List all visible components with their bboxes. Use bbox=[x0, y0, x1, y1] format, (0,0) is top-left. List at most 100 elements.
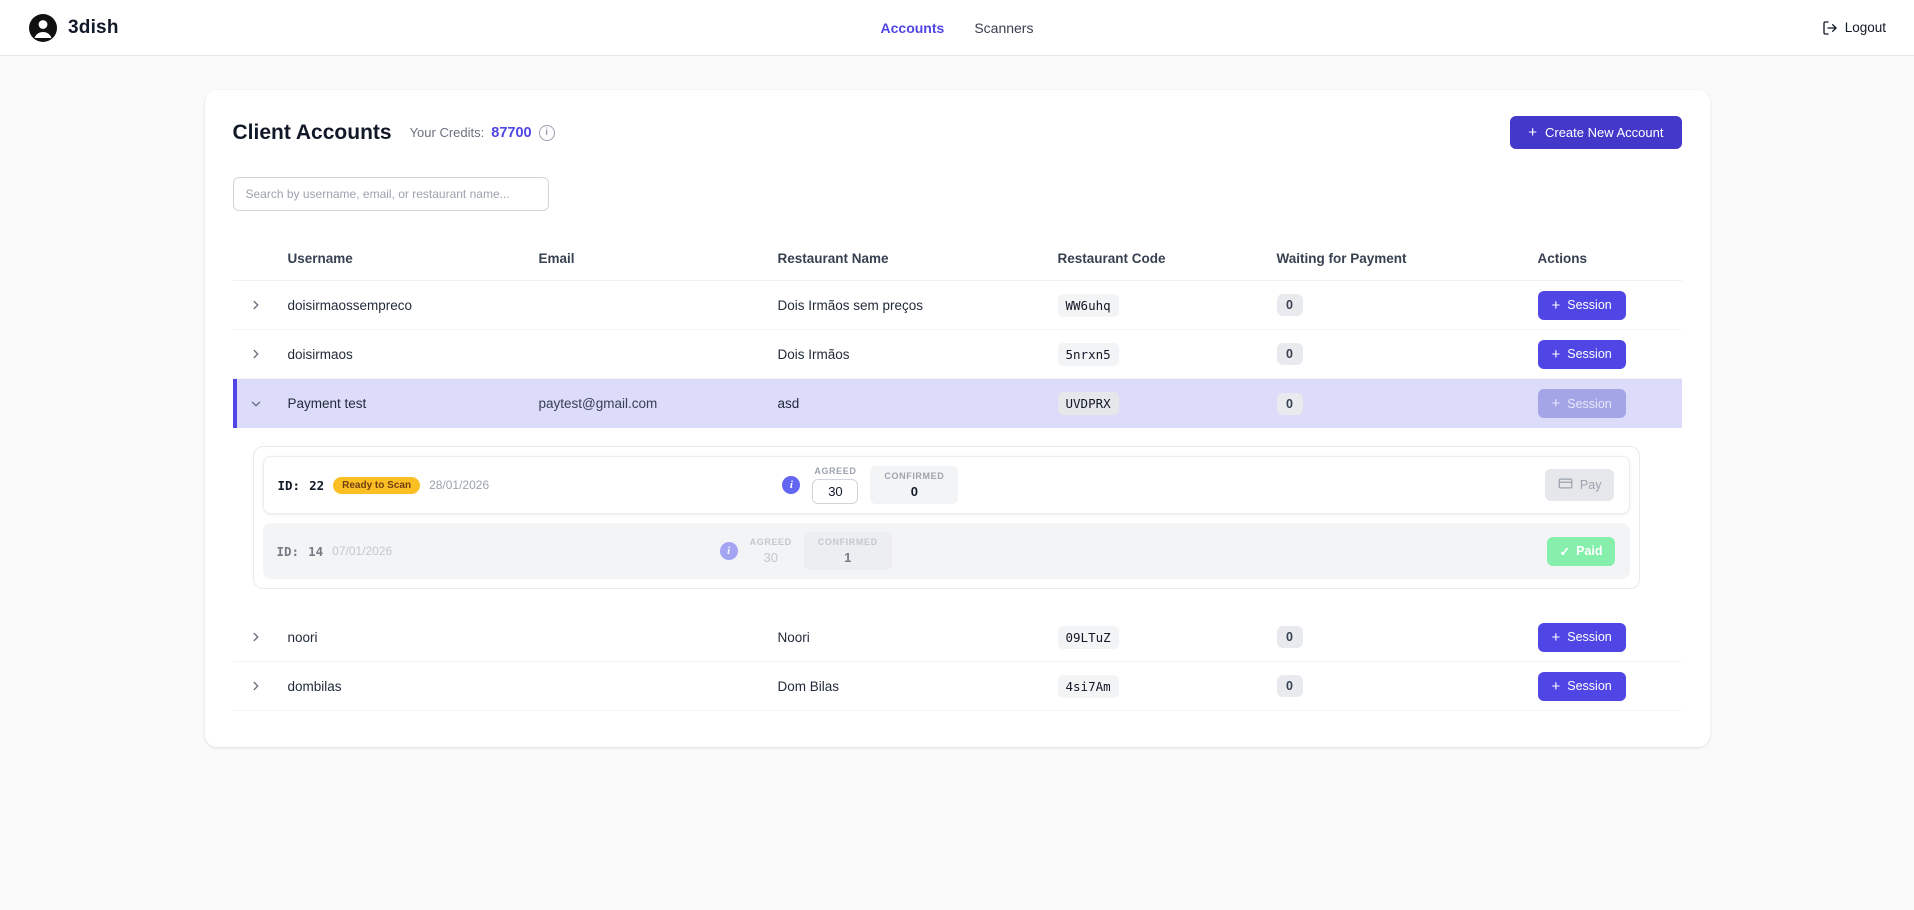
session-button-label: Session bbox=[1567, 397, 1611, 411]
scan-info: ID: 14 07/01/2026 bbox=[277, 544, 393, 559]
tab-scanners[interactable]: Scanners bbox=[974, 20, 1033, 36]
scan-info: ID: 22 Ready to Scan 28/01/2026 bbox=[278, 477, 490, 494]
accounts-table: Username Email Restaurant Name Restauran… bbox=[233, 241, 1682, 711]
session-button-disabled[interactable]: + Session bbox=[1538, 389, 1626, 418]
pay-button[interactable]: Pay bbox=[1545, 469, 1615, 501]
table-row: doisirmaos Dois Irmãos 5nrxn5 0 + Sessio… bbox=[233, 330, 1682, 379]
col-header-actions: Actions bbox=[1538, 251, 1682, 266]
scan-id-label: ID: bbox=[277, 544, 300, 559]
plus-icon: + bbox=[1552, 679, 1561, 694]
cell-restaurant-name: Dois Irmãos bbox=[778, 347, 1058, 362]
plus-icon: + bbox=[1552, 630, 1561, 645]
cell-username: dombilas bbox=[288, 679, 539, 694]
cell-restaurant-name: asd bbox=[778, 396, 1058, 411]
agreed-value: 30 bbox=[763, 550, 777, 565]
cell-username: doisirmaossempreco bbox=[288, 298, 539, 313]
plus-icon: + bbox=[1552, 396, 1561, 411]
scan-row-paid: ID: 14 07/01/2026 i AGREED 30 CONFIRMED … bbox=[263, 523, 1630, 579]
pay-button-label: Pay bbox=[1580, 478, 1602, 492]
credits-value: 87700 bbox=[491, 125, 531, 141]
tab-accounts[interactable]: Accounts bbox=[881, 20, 945, 36]
session-button-label: Session bbox=[1567, 347, 1611, 361]
session-button-label: Session bbox=[1567, 679, 1611, 693]
cell-restaurant-name: Noori bbox=[778, 630, 1058, 645]
confirmed-value: 1 bbox=[844, 550, 851, 565]
scan-row: ID: 22 Ready to Scan 28/01/2026 i AGREED… bbox=[263, 456, 1630, 514]
scan-date: 28/01/2026 bbox=[429, 478, 489, 492]
plus-icon: + bbox=[1552, 298, 1561, 313]
cell-email: paytest@gmail.com bbox=[539, 396, 778, 411]
chevron-right-icon[interactable] bbox=[241, 622, 271, 652]
agreed-stat: AGREED 30 bbox=[750, 537, 792, 565]
scan-id-value: 14 bbox=[308, 544, 323, 559]
user-avatar-icon bbox=[28, 13, 58, 43]
main-nav: Accounts Scanners bbox=[881, 0, 1034, 55]
paid-badge-label: Paid bbox=[1576, 544, 1602, 558]
session-button[interactable]: + Session bbox=[1538, 623, 1626, 652]
top-navbar: 3dish Accounts Scanners Logout bbox=[0, 0, 1914, 56]
restaurant-code-pill: 4si7Am bbox=[1058, 675, 1119, 698]
col-header-restaurant-code: Restaurant Code bbox=[1058, 251, 1277, 266]
create-new-account-button[interactable]: + Create New Account bbox=[1510, 116, 1681, 149]
waiting-count-badge: 0 bbox=[1277, 294, 1303, 316]
plus-icon: + bbox=[1552, 347, 1561, 362]
session-button-label: Session bbox=[1567, 298, 1611, 312]
session-button[interactable]: + Session bbox=[1538, 340, 1626, 369]
cell-username: doisirmaos bbox=[288, 347, 539, 362]
create-button-label: Create New Account bbox=[1545, 125, 1664, 140]
logout-label: Logout bbox=[1845, 20, 1886, 35]
waiting-count-badge: 0 bbox=[1277, 675, 1303, 697]
scan-action: Pay bbox=[1545, 469, 1615, 501]
scan-id-label: ID: bbox=[278, 478, 301, 493]
client-accounts-card: Client Accounts Your Credits: 87700 i + … bbox=[205, 90, 1710, 747]
confirmed-stat: CONFIRMED 1 bbox=[804, 532, 892, 570]
chevron-right-icon[interactable] bbox=[241, 290, 271, 320]
status-badge-ready: Ready to Scan bbox=[333, 477, 420, 494]
card-header: Client Accounts Your Credits: 87700 i + … bbox=[233, 116, 1682, 149]
waiting-count-badge: 0 bbox=[1277, 393, 1303, 415]
session-button[interactable]: + Session bbox=[1538, 291, 1626, 320]
confirmed-value: 0 bbox=[911, 484, 918, 499]
check-icon: ✓ bbox=[1560, 544, 1570, 559]
chevron-right-icon[interactable] bbox=[241, 339, 271, 369]
scan-id-value: 22 bbox=[309, 478, 324, 493]
expanded-row-details: ID: 22 Ready to Scan 28/01/2026 i AGREED… bbox=[233, 428, 1682, 613]
credits-label: Your Credits: bbox=[410, 125, 485, 140]
session-button[interactable]: + Session bbox=[1538, 672, 1626, 701]
credits: Your Credits: 87700 i bbox=[410, 125, 555, 141]
col-header-email: Email bbox=[539, 251, 778, 266]
scan-action: ✓ Paid bbox=[1547, 537, 1616, 566]
credit-card-icon bbox=[1558, 476, 1573, 494]
agreed-stat: AGREED bbox=[812, 466, 858, 504]
logout-icon bbox=[1822, 20, 1838, 36]
cell-restaurant-name: Dom Bilas bbox=[778, 679, 1058, 694]
cell-username: noori bbox=[288, 630, 539, 645]
info-icon[interactable]: i bbox=[782, 476, 800, 494]
paid-badge: ✓ Paid bbox=[1547, 537, 1616, 566]
info-icon[interactable]: i bbox=[539, 125, 555, 141]
table-row-selected: Payment test paytest@gmail.com asd UVDPR… bbox=[233, 379, 1682, 428]
col-header-restaurant-name: Restaurant Name bbox=[778, 251, 1058, 266]
chevron-right-icon[interactable] bbox=[241, 671, 271, 701]
confirmed-label: CONFIRMED bbox=[884, 471, 944, 481]
logout-button[interactable]: Logout bbox=[1822, 20, 1886, 36]
table-header-row: Username Email Restaurant Name Restauran… bbox=[233, 241, 1682, 281]
agreed-amount-input[interactable] bbox=[812, 479, 858, 504]
table-row: dombilas Dom Bilas 4si7Am 0 + Session bbox=[233, 662, 1682, 711]
agreed-label: AGREED bbox=[750, 537, 792, 547]
table-row: noori Noori 09LTuZ 0 + Session bbox=[233, 613, 1682, 662]
waiting-count-badge: 0 bbox=[1277, 343, 1303, 365]
scans-panel: ID: 22 Ready to Scan 28/01/2026 i AGREED… bbox=[253, 446, 1640, 589]
confirmed-stat: CONFIRMED 0 bbox=[870, 466, 958, 504]
chevron-down-icon[interactable] bbox=[241, 389, 271, 419]
col-header-waiting: Waiting for Payment bbox=[1277, 251, 1538, 266]
search-input[interactable] bbox=[233, 177, 549, 211]
cell-username: Payment test bbox=[288, 396, 539, 411]
confirmed-label: CONFIRMED bbox=[818, 537, 878, 547]
brand: 3dish bbox=[28, 13, 119, 43]
restaurant-code-pill: WW6uhq bbox=[1058, 294, 1119, 317]
table-row: doisirmaossempreco Dois Irmãos sem preço… bbox=[233, 281, 1682, 330]
page-title: Client Accounts bbox=[233, 121, 392, 145]
info-icon[interactable]: i bbox=[720, 542, 738, 560]
brand-name: 3dish bbox=[68, 17, 119, 39]
